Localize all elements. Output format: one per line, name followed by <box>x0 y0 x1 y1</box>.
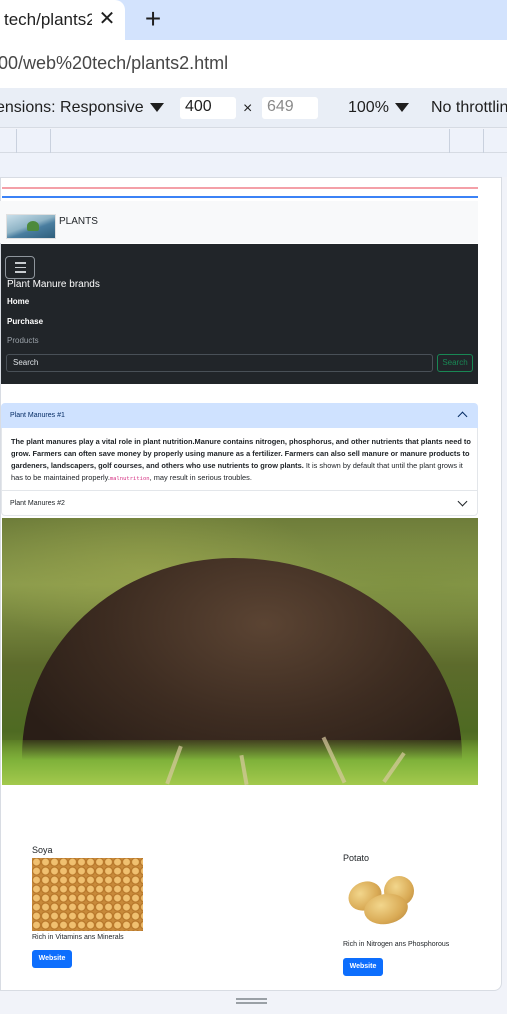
menu-toggle-icon[interactable] <box>5 256 35 279</box>
potato-title: Potato <box>343 853 370 863</box>
resize-handle[interactable] <box>236 998 267 1006</box>
soya-text: Rich in Vitamins ans Minerals <box>32 934 124 941</box>
top-stripe-blue <box>2 196 478 198</box>
zoom-dropdown[interactable]: 100% <box>348 99 409 117</box>
zoom-arrow-icon <box>394 103 409 113</box>
soya-image <box>32 858 143 931</box>
close-tab-icon[interactable]: ✕ <box>96 6 118 32</box>
top-stripe-red <box>2 187 478 189</box>
times-icon: × <box>243 100 253 117</box>
nav-link-products[interactable]: Products <box>7 336 39 345</box>
browser-tab[interactable]: tech/plants2. ✕ <box>0 0 125 40</box>
height-input[interactable]: 649 <box>262 97 318 119</box>
potato-text: Rich in Nitrogen ans Phosphorous <box>343 941 450 948</box>
soya-website-button[interactable]: Website <box>32 950 72 968</box>
dropdown-arrow-icon <box>149 103 164 113</box>
tab-strip: tech/plants2. ✕ + <box>0 0 507 40</box>
accordion-title-2[interactable]: Plant Manures #2 <box>10 500 65 507</box>
accordion-header-1[interactable] <box>1 403 478 428</box>
accordion-code-text: malnutrition <box>109 476 150 482</box>
url-text[interactable]: 00/web%20tech/plants2.html <box>0 53 228 74</box>
throttling-dropdown[interactable]: No throttlin <box>431 99 507 117</box>
accordion-tail-text: , may result in serious troubles. <box>149 473 252 482</box>
search-button[interactable]: Search <box>437 354 473 372</box>
dimensions-label: ensions: Responsive <box>0 99 144 116</box>
soya-title: Soya <box>32 845 53 855</box>
accordion-title-1[interactable]: Plant Manures #1 <box>10 412 65 419</box>
navbar-brand[interactable]: Plant Manure brands <box>7 279 100 290</box>
address-bar[interactable]: 00/web%20tech/plants2.html <box>0 40 507 88</box>
zoom-value: 100% <box>348 99 389 116</box>
potato-website-button[interactable]: Website <box>343 958 383 976</box>
ruler-gutter <box>0 153 507 177</box>
nav-link-home[interactable]: Home <box>7 297 29 306</box>
search-input[interactable]: Search <box>6 354 433 372</box>
plants-logo[interactable] <box>6 214 56 239</box>
tab-title: tech/plants2. <box>4 10 92 29</box>
media-query-ruler <box>0 129 507 153</box>
accordion-header-2[interactable] <box>1 490 478 516</box>
nav-link-purchase[interactable]: Purchase <box>7 317 43 326</box>
brand-text[interactable]: PLANTS <box>59 216 98 227</box>
potato-image <box>343 870 419 930</box>
dimensions-dropdown[interactable]: ensions: Responsive <box>0 99 164 117</box>
width-input[interactable]: 400 <box>180 97 236 119</box>
new-tab-icon[interactable]: + <box>140 4 166 34</box>
accordion-text-1: The plant manures play a vital role in p… <box>11 436 471 485</box>
manure-image <box>2 518 478 785</box>
